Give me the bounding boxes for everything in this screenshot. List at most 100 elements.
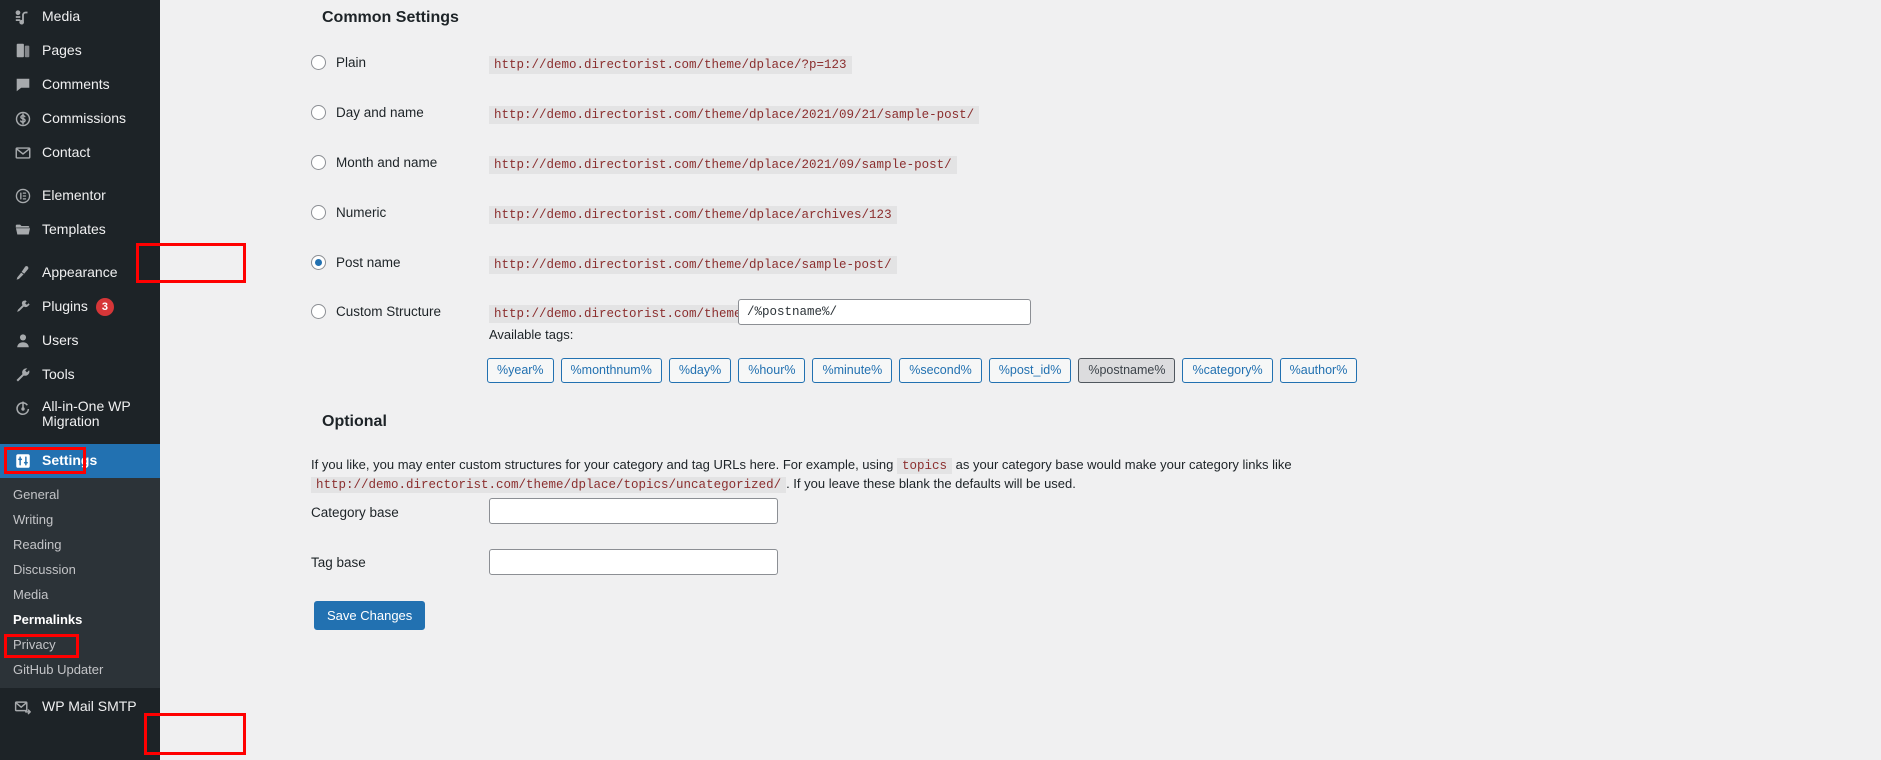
tag-button-year[interactable]: %year% (487, 358, 554, 383)
sidebar-item-appearance[interactable]: Appearance (0, 256, 160, 290)
sidebar-item-settings[interactable]: Settings (0, 444, 168, 478)
sidebar-separator (0, 170, 160, 179)
sidebar-item-templates[interactable]: Templates (0, 213, 160, 247)
radio-numeric[interactable] (311, 205, 326, 220)
tools-icon (13, 365, 33, 385)
radio-custom-structure[interactable] (311, 304, 326, 319)
sidebar-item-label: Commissions (42, 110, 127, 127)
tag-button-postname[interactable]: %postname% (1078, 358, 1176, 383)
category-base-input[interactable] (489, 498, 778, 524)
submenu-item-media[interactable]: Media (0, 582, 160, 607)
elementor-icon (13, 186, 33, 206)
available-tags-row: %year% %monthnum% %day% %hour% %minute% … (487, 358, 1358, 383)
admin-sidebar: Media Pages Comments Commissions Contact… (0, 0, 168, 760)
tag-button-second[interactable]: %second% (899, 358, 982, 383)
migration-icon (13, 399, 33, 419)
submenu-item-label: Media (13, 587, 49, 602)
sidebar-item-all-in-one-wp-migration[interactable]: All-in-One WP Migration (0, 392, 160, 444)
sidebar-item-users[interactable]: Users (0, 324, 160, 358)
plugins-icon (13, 297, 33, 317)
custom-structure-input[interactable] (738, 299, 1031, 325)
sidebar-item-commissions[interactable]: Commissions (0, 102, 160, 136)
permalink-option-label: Day and name (336, 105, 424, 120)
permalink-option-label: Custom Structure (336, 304, 442, 319)
permalink-option-label: Post name (336, 255, 401, 270)
sidebar-item-pages[interactable]: Pages (0, 34, 160, 68)
common-settings-heading: Common Settings (322, 9, 459, 26)
permalink-option-label: Month and name (336, 155, 438, 170)
permalink-option-custom-structure[interactable]: Custom Structure (311, 304, 441, 328)
sidebar-item-label: Settings (42, 452, 98, 469)
submenu-item-label: Reading (13, 537, 62, 552)
submenu-item-discussion[interactable]: Discussion (0, 557, 160, 582)
radio-month-and-name[interactable] (311, 155, 326, 170)
tag-button-author[interactable]: %author% (1279, 358, 1358, 383)
permalink-radio-label-custom-structure[interactable]: Custom Structure (311, 304, 441, 319)
comments-icon (13, 75, 33, 95)
radio-day-and-name[interactable] (311, 105, 326, 120)
permalink-radio-label-month-and-name[interactable]: Month and name (311, 155, 437, 170)
permalink-option-label: Plain (336, 55, 367, 70)
optional-desc-code-url: http://demo.directorist.com/theme/dplace… (311, 477, 787, 493)
sidebar-item-media[interactable]: Media (0, 0, 160, 34)
permalink-option-month-and-name[interactable]: Month and name (311, 155, 437, 179)
permalink-url-code: http://demo.directorist.com/theme/dplace… (489, 156, 957, 174)
submenu-item-label: General (13, 487, 60, 502)
settings-icon (13, 451, 33, 471)
commissions-icon (13, 109, 33, 129)
permalink-option-post-name[interactable]: Post name (311, 255, 401, 279)
sidebar-item-label: Comments (42, 76, 110, 93)
submenu-item-writing[interactable]: Writing (0, 507, 160, 532)
permalink-option-plain[interactable]: Plain (311, 55, 366, 79)
tag-button-day[interactable]: %day% (668, 358, 732, 383)
save-changes-button[interactable]: Save Changes (314, 601, 426, 630)
optional-desc-part3: . If you leave these blank the defaults … (786, 476, 1076, 491)
tag-button-monthnum[interactable]: %monthnum% (560, 358, 662, 383)
tag-base-input[interactable] (489, 549, 778, 575)
sidebar-item-label: Plugins (42, 298, 88, 315)
tag-button-category[interactable]: %category% (1182, 358, 1273, 383)
submenu-item-github-updater[interactable]: GitHub Updater (0, 657, 160, 682)
optional-desc-part2: as your category base would make your ca… (955, 457, 1292, 472)
tag-base-row: Tag base (311, 554, 366, 572)
sidebar-item-wp-mail-smtp[interactable]: WP Mail SMTP (0, 690, 160, 724)
settings-submenu: General Writing Reading Discussion Media… (0, 478, 160, 688)
radio-post-name[interactable] (311, 255, 326, 270)
sidebar-item-label: All-in-One WP Migration (42, 398, 131, 430)
tag-button-post-id[interactable]: %post_id% (988, 358, 1072, 383)
permalink-option-numeric[interactable]: Numeric (311, 205, 386, 229)
submenu-item-privacy[interactable]: Privacy (0, 632, 160, 657)
permalink-radio-label-plain[interactable]: Plain (311, 55, 366, 70)
sidebar-item-plugins[interactable]: Plugins 3 (0, 290, 160, 324)
permalink-radio-label-day-and-name[interactable]: Day and name (311, 105, 424, 120)
submenu-item-general[interactable]: General (0, 482, 160, 507)
sidebar-item-tools[interactable]: Tools (0, 358, 160, 392)
sidebar-item-label: Users (42, 332, 79, 349)
permalink-url-plain: http://demo.directorist.com/theme/dplace… (489, 55, 852, 79)
sidebar-item-label: Tools (42, 366, 75, 383)
sidebar-item-contact[interactable]: Contact (0, 136, 160, 170)
contact-icon (13, 143, 33, 163)
submenu-item-permalinks[interactable]: Permalinks (0, 607, 160, 632)
sidebar-item-label: Appearance (42, 264, 118, 281)
submenu-item-reading[interactable]: Reading (0, 532, 160, 557)
users-icon (13, 331, 33, 351)
radio-plain[interactable] (311, 55, 326, 70)
sidebar-item-elementor[interactable]: Elementor (0, 179, 160, 213)
tag-button-hour[interactable]: %hour% (738, 358, 806, 383)
permalink-url-post-name: http://demo.directorist.com/theme/dplace… (489, 255, 897, 279)
submenu-item-label: Discussion (13, 562, 76, 577)
permalink-url-day-and-name: http://demo.directorist.com/theme/dplace… (489, 105, 980, 129)
permalink-option-day-and-name[interactable]: Day and name (311, 105, 424, 129)
submenu-item-label: Writing (13, 512, 54, 527)
tag-base-label: Tag base (311, 555, 366, 570)
plugins-update-badge: 3 (95, 298, 114, 316)
tag-button-minute[interactable]: %minute% (812, 358, 893, 383)
permalink-radio-label-post-name[interactable]: Post name (311, 255, 401, 270)
sidebar-item-comments[interactable]: Comments (0, 68, 160, 102)
submenu-item-label: GitHub Updater (13, 662, 104, 677)
permalink-url-code: http://demo.directorist.com/theme/dplace… (489, 106, 980, 124)
permalink-url-code: http://demo.directorist.com/theme/dplace… (489, 256, 897, 274)
permalink-radio-label-numeric[interactable]: Numeric (311, 205, 386, 220)
mail-icon (13, 697, 33, 717)
